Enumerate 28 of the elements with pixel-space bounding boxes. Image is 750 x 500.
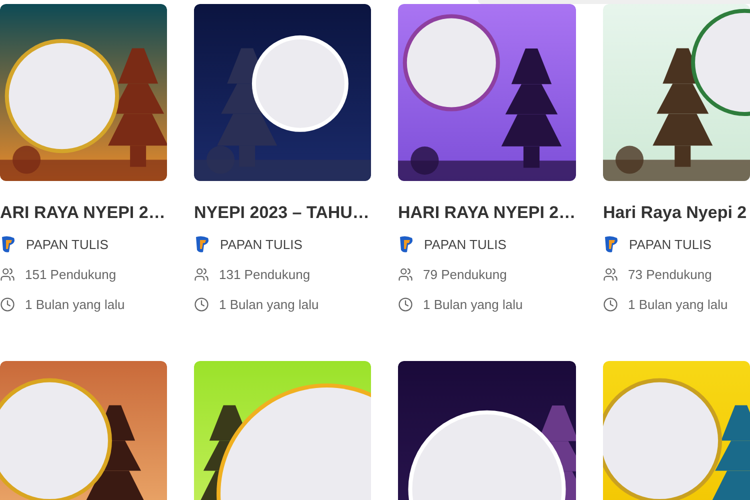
posted-time: 1 Bulan yang lalu <box>219 296 319 312</box>
posted-time: 1 Bulan yang lalu <box>25 296 125 312</box>
publisher-logo-icon <box>398 235 414 253</box>
supporter-count: 131 Pendukung <box>219 266 310 282</box>
clock-icon <box>194 296 209 312</box>
posted-time: 1 Bulan yang lalu <box>423 296 523 312</box>
supporters-icon <box>603 266 618 282</box>
campaign-title[interactable]: NYEPI 2023 – TAHU… <box>194 203 371 223</box>
publisher-logo-icon <box>194 235 210 253</box>
supporter-count: 151 Pendukung <box>25 266 116 282</box>
campaign-title[interactable]: Hari Raya Nyepi 2 <box>603 203 750 223</box>
publisher-name[interactable]: PAPAN TULIS <box>220 236 302 252</box>
campaign-title[interactable]: ARI RAYA NYEPI 2… <box>0 203 167 223</box>
publisher-name[interactable]: PAPAN TULIS <box>629 236 712 252</box>
clock-icon <box>603 296 618 312</box>
supporter-count: 73 Pendukung <box>628 266 712 282</box>
supporters-icon <box>398 266 413 282</box>
publisher-logo-icon <box>603 235 619 253</box>
supporters-icon <box>194 266 209 282</box>
posted-time: 1 Bulan yang lalu <box>628 296 728 312</box>
publisher-logo-icon <box>0 235 16 253</box>
clock-icon <box>0 296 15 312</box>
publisher-name[interactable]: PAPAN TULIS <box>26 236 108 252</box>
campaign-title[interactable]: HARI RAYA NYEPI 2… <box>398 203 576 223</box>
supporters-icon <box>0 266 15 282</box>
clock-icon <box>398 296 413 312</box>
publisher-name[interactable]: PAPAN TULIS <box>424 236 506 252</box>
supporter-count: 79 Pendukung <box>423 266 507 282</box>
